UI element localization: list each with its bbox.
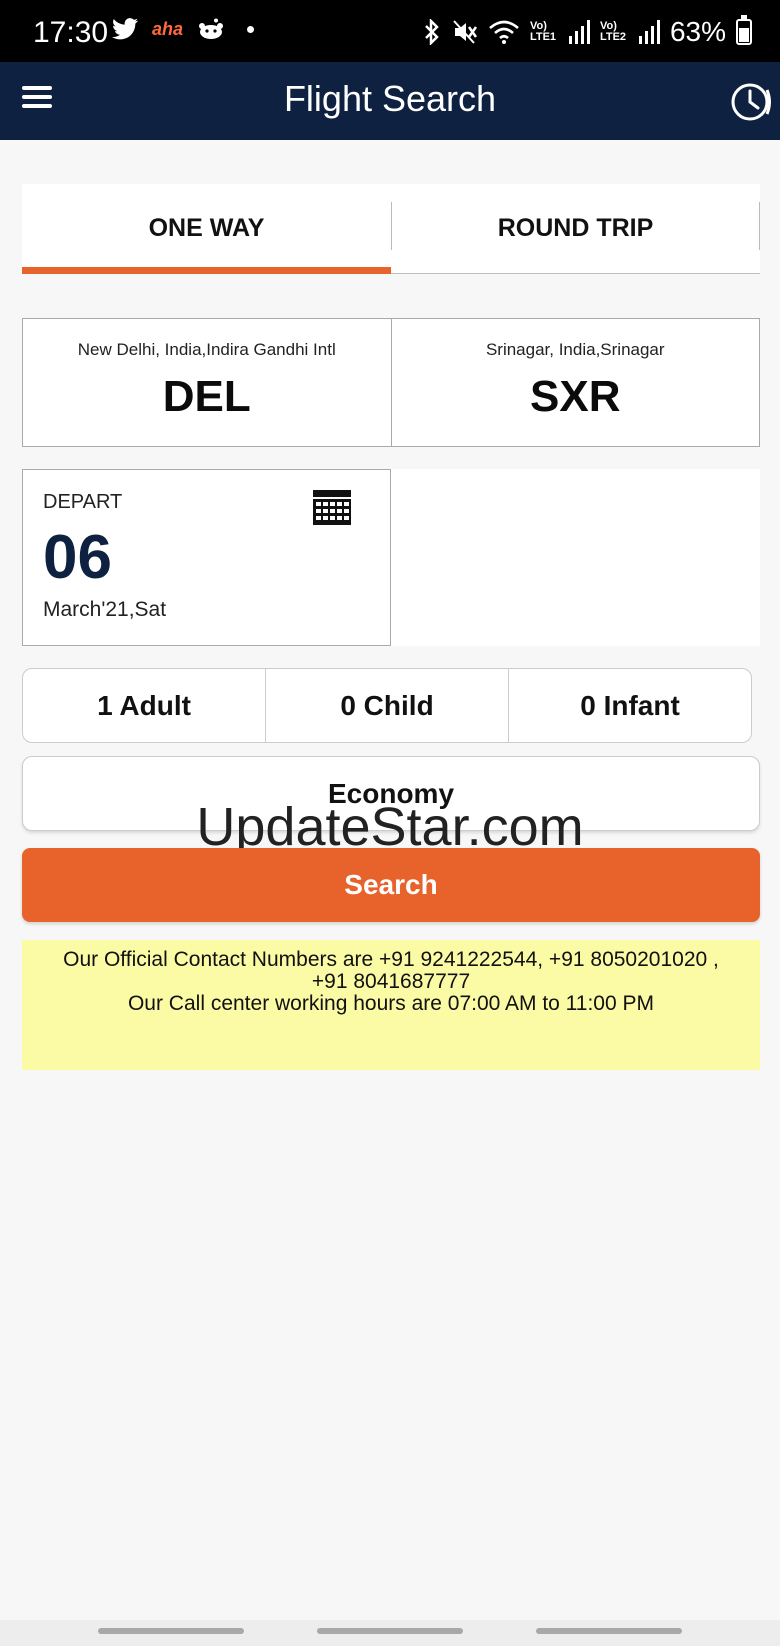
battery-icon xyxy=(736,15,752,45)
adult-count[interactable]: 1 Adult xyxy=(23,669,265,742)
date-row: DEPART 06 March'21,Sat xyxy=(22,469,760,646)
notice-line: Our Call center working hours are 07:00 … xyxy=(127,992,655,1015)
signal-icon xyxy=(568,20,590,44)
signal-icon xyxy=(638,20,660,44)
destination-name: Srinagar, India,Srinagar xyxy=(485,340,665,359)
calendar-icon xyxy=(313,490,351,525)
origin-airport[interactable]: New Delhi, India,Indira Gandhi Intl DEL xyxy=(22,318,392,447)
system-icons: Vo) LTE1 Vo) LTE2 63% xyxy=(422,15,752,48)
dot-icon xyxy=(247,25,255,33)
battery-percent: 63% xyxy=(669,16,726,47)
tab-divider xyxy=(759,202,760,250)
clock-history-icon[interactable] xyxy=(728,80,772,124)
destination-code: SXR xyxy=(530,372,621,421)
system-nav-bar xyxy=(0,1620,780,1646)
twitter-icon xyxy=(112,18,138,40)
app-bar: Flight Search xyxy=(0,62,780,140)
active-tab-indicator xyxy=(22,267,391,274)
bluetooth-icon xyxy=(425,19,439,45)
airport-selector: New Delhi, India,Indira Gandhi Intl DEL … xyxy=(22,318,760,447)
aha-icon: aha xyxy=(152,18,184,39)
origin-name: New Delhi, India,Indira Gandhi Intl xyxy=(77,340,336,359)
search-button[interactable]: Search xyxy=(22,848,760,922)
contact-notice: Our Official Contact Numbers are +91 924… xyxy=(22,940,760,1070)
destination-airport[interactable]: Srinagar, India,Srinagar SXR xyxy=(391,318,760,447)
notice-line: Our Official Contact Numbers are +91 924… xyxy=(63,948,719,971)
depart-label: DEPART xyxy=(43,491,123,513)
infant-count[interactable]: 0 Infant xyxy=(508,669,751,742)
tab-round-trip[interactable]: ROUND TRIP xyxy=(391,184,760,273)
notice-line: +91 8041687777 xyxy=(311,970,471,993)
depart-day: 06 xyxy=(43,523,112,592)
mute-icon xyxy=(453,20,477,44)
tab-label: ROUND TRIP xyxy=(497,214,654,242)
tab-label: ONE WAY xyxy=(148,214,265,242)
child-count[interactable]: 0 Child xyxy=(265,669,508,742)
nav-back-button[interactable] xyxy=(536,1628,682,1634)
nav-home-button[interactable] xyxy=(317,1628,463,1634)
trip-type-tabs: ONE WAY ROUND TRIP xyxy=(22,184,760,274)
tab-one-way[interactable]: ONE WAY xyxy=(22,184,391,273)
wifi-icon xyxy=(489,20,519,44)
notification-icons: aha xyxy=(112,18,255,40)
nav-recents-button[interactable] xyxy=(98,1628,244,1634)
status-time: 17:30 xyxy=(33,16,109,49)
page-title: Flight Search xyxy=(283,78,497,119)
status-bar: 17:30 aha Vo) LTE1 Vo) LTE2 63% xyxy=(0,0,780,62)
sim1-label: Vo) LTE1 xyxy=(529,20,557,43)
depart-date-picker[interactable]: DEPART 06 March'21,Sat xyxy=(22,469,391,646)
reddit-icon xyxy=(199,18,224,39)
depart-month: March'21,Sat xyxy=(43,598,167,621)
passenger-selector: 1 Adult 0 Child 0 Infant xyxy=(22,668,752,743)
origin-code: DEL xyxy=(162,372,251,421)
sim2-label: Vo) LTE2 xyxy=(599,20,627,43)
